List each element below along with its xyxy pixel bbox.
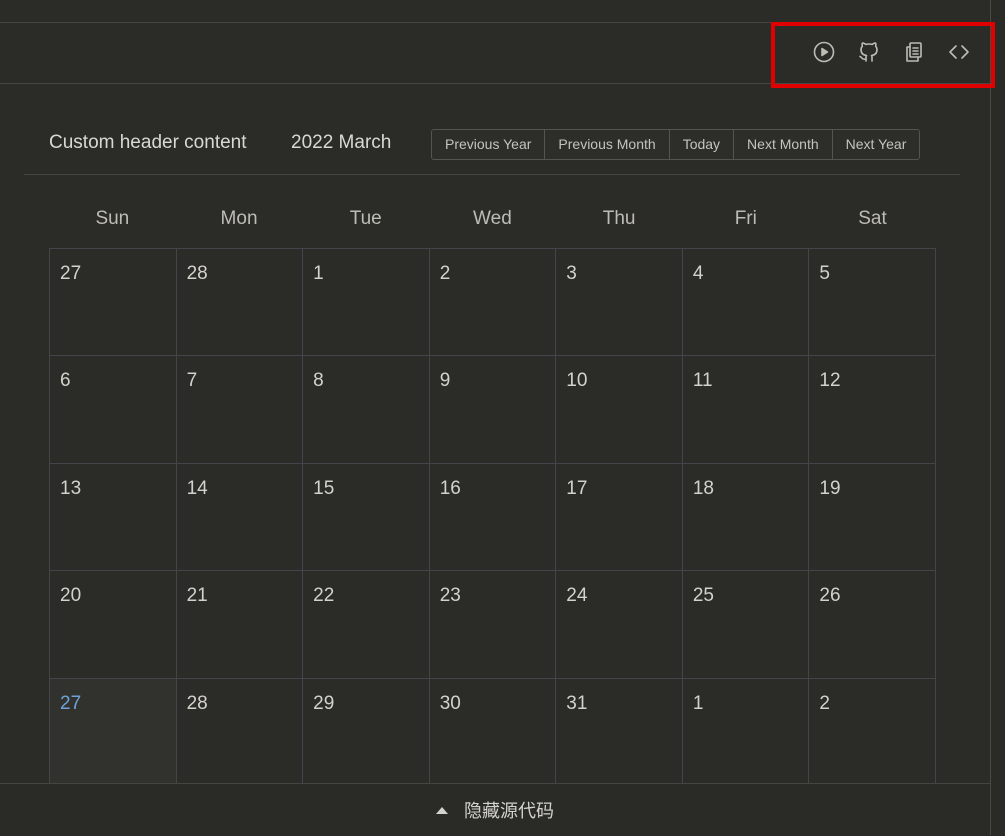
- calendar-grid: 27 28 1 2 3 4 5 6 7 8 9 10 11 12 13 14 1…: [49, 248, 936, 788]
- day-number: 27: [60, 263, 82, 284]
- day-cell[interactable]: 2: [429, 249, 557, 357]
- next-year-button[interactable]: Next Year: [832, 130, 920, 159]
- day-cell[interactable]: 30: [429, 678, 557, 786]
- day-number: 18: [692, 477, 714, 499]
- month-title: 2022 March: [291, 132, 392, 153]
- day-cell[interactable]: 25: [682, 571, 810, 679]
- previous-year-button[interactable]: Previous Year: [432, 130, 546, 159]
- day-cell[interactable]: 16: [429, 463, 557, 572]
- day-cell[interactable]: 12: [809, 356, 936, 464]
- day-number: 23: [439, 585, 461, 607]
- day-cell[interactable]: 13: [50, 463, 177, 572]
- weekday-mon: Mon: [220, 208, 258, 229]
- day-cell[interactable]: 8: [303, 356, 430, 464]
- day-number: 14: [186, 477, 208, 499]
- day-cell[interactable]: 17: [556, 463, 683, 572]
- today-button[interactable]: Today: [669, 130, 735, 159]
- day-cell[interactable]: 15: [303, 463, 430, 572]
- day-number: 24: [566, 585, 588, 607]
- day-number: 11: [692, 370, 713, 392]
- day-cell[interactable]: 26: [809, 571, 936, 679]
- day-cell[interactable]: 28: [176, 678, 304, 786]
- custom-header-text: Custom header content: [49, 132, 247, 153]
- hide-source-toggle[interactable]: 隐藏源代码: [0, 783, 990, 836]
- day-number: 2: [439, 263, 451, 284]
- day-cell[interactable]: 4: [682, 249, 810, 357]
- day-cell[interactable]: 31: [556, 678, 683, 786]
- day-cell[interactable]: 23: [429, 571, 557, 679]
- day-number: 7: [186, 370, 198, 392]
- day-cell[interactable]: 27: [50, 249, 177, 357]
- day-number: 30: [439, 692, 461, 714]
- day-number: 10: [566, 370, 588, 392]
- toolbar-highlight-box: [771, 22, 995, 88]
- day-cell-today[interactable]: 27: [50, 678, 177, 786]
- previous-month-button[interactable]: Previous Month: [545, 130, 670, 159]
- day-cell[interactable]: 19: [809, 463, 936, 572]
- day-number: 8: [313, 370, 324, 392]
- day-cell[interactable]: 6: [50, 356, 177, 464]
- day-number: 4: [692, 263, 704, 284]
- caret-up-icon: [436, 806, 448, 814]
- weekday-fri: Fri: [734, 208, 757, 229]
- hide-source-label: 隐藏源代码: [464, 801, 554, 822]
- day-cell[interactable]: 28: [176, 249, 304, 357]
- day-number: 6: [60, 370, 71, 392]
- calendar-nav-group: Previous Year Previous Month Today Next …: [431, 129, 921, 160]
- day-cell[interactable]: 14: [176, 463, 304, 572]
- weekday-sun: Sun: [95, 208, 130, 229]
- day-number: 22: [313, 585, 335, 607]
- day-cell[interactable]: 7: [176, 356, 304, 464]
- day-number: 9: [439, 370, 451, 392]
- weekday-wed: Wed: [473, 208, 512, 229]
- day-cell[interactable]: 21: [176, 571, 304, 679]
- weekday-thu: Thu: [602, 208, 636, 229]
- day-number: 19: [819, 477, 841, 499]
- day-cell[interactable]: 2: [809, 678, 936, 786]
- weekday-sat: Sat: [858, 208, 887, 229]
- day-cell[interactable]: 1: [303, 249, 430, 357]
- weekday-header-row: Sun Mon Tue Wed Thu Fri Sat: [49, 200, 936, 240]
- weekday-tue: Tue: [349, 208, 382, 229]
- day-cell[interactable]: 29: [303, 678, 430, 786]
- day-cell[interactable]: 1: [682, 678, 810, 786]
- day-number: 26: [819, 585, 841, 607]
- day-number: 5: [819, 263, 830, 284]
- day-cell[interactable]: 18: [682, 463, 810, 572]
- day-cell[interactable]: 5: [809, 249, 936, 357]
- day-number: 3: [566, 263, 577, 284]
- day-cell[interactable]: 24: [556, 571, 683, 679]
- right-scroll-rail: [990, 0, 1005, 835]
- day-number: 13: [60, 477, 82, 499]
- day-number: 1: [692, 692, 704, 714]
- day-number: 31: [566, 692, 588, 714]
- day-number: 15: [313, 477, 335, 499]
- day-number: 27: [60, 692, 82, 714]
- day-number: 21: [186, 585, 208, 607]
- day-cell[interactable]: 3: [556, 249, 683, 357]
- day-number: 28: [186, 692, 208, 714]
- day-number: 16: [439, 477, 461, 499]
- day-number: 1: [313, 263, 324, 284]
- calendar-header: Custom header content 2022 March Previou…: [24, 113, 960, 175]
- day-number: 25: [692, 585, 714, 607]
- top-strip: [0, 0, 1005, 23]
- next-month-button[interactable]: Next Month: [734, 130, 833, 159]
- day-number: 28: [186, 263, 208, 284]
- day-number: 12: [819, 370, 841, 392]
- day-cell[interactable]: 11: [682, 356, 810, 464]
- day-cell[interactable]: 9: [429, 356, 557, 464]
- day-cell[interactable]: 20: [50, 571, 177, 679]
- day-cell[interactable]: 10: [556, 356, 683, 464]
- day-cell[interactable]: 22: [303, 571, 430, 679]
- day-number: 17: [566, 477, 588, 499]
- day-number: 20: [60, 585, 82, 607]
- day-number: 2: [819, 692, 830, 714]
- day-number: 29: [313, 692, 335, 714]
